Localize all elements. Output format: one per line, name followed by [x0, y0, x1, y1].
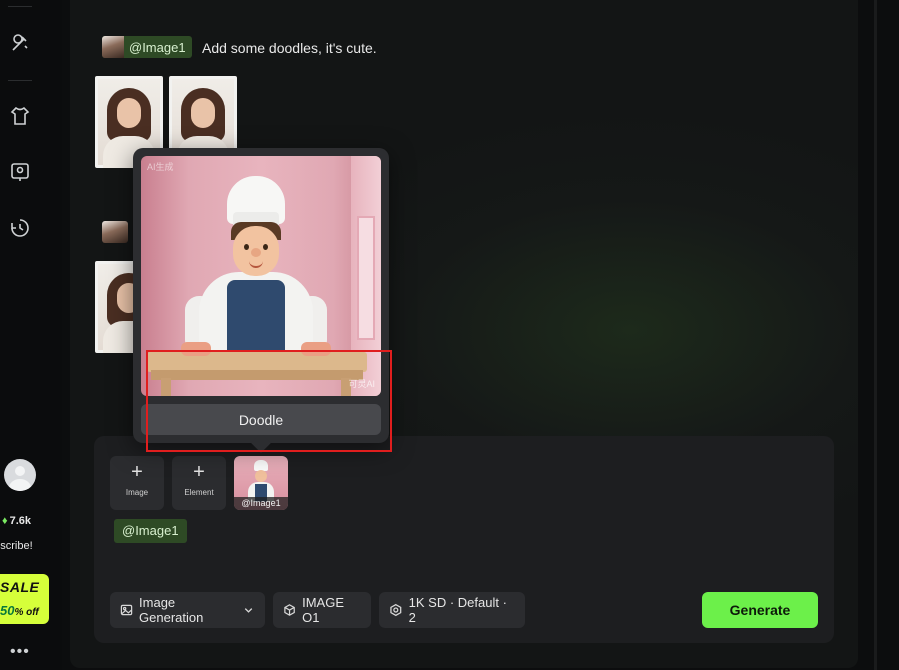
- prompt-mention-thumbnail[interactable]: [102, 221, 128, 243]
- sale-badge[interactable]: SALE 50% off: [0, 574, 49, 624]
- sidebar-divider: [8, 6, 32, 7]
- settings-icon: [390, 603, 402, 617]
- credits-icon: ♦: [2, 515, 8, 527]
- plus-icon: +: [131, 461, 143, 483]
- reference-image-label: @Image1: [234, 497, 288, 510]
- reference-image-thumbnail[interactable]: @Image1: [234, 456, 288, 510]
- sidebar-divider: [8, 80, 32, 81]
- generation-mode-select[interactable]: Image Generation: [110, 592, 265, 628]
- add-image-button[interactable]: + Image: [110, 456, 164, 510]
- idea-board-icon[interactable]: [9, 161, 31, 183]
- model-label: IMAGE O1: [302, 595, 345, 625]
- credits-balance[interactable]: ♦ 7.6k: [2, 515, 31, 527]
- plus-icon: +: [193, 461, 205, 483]
- watermark-top: AI生成: [147, 162, 174, 172]
- model-select[interactable]: IMAGE O1: [273, 592, 371, 628]
- image-icon: [120, 604, 133, 616]
- prompt-text: Add some doodles, it's cute.: [202, 40, 377, 56]
- sale-percent: 50: [0, 603, 15, 618]
- prompt-mention-chip[interactable]: @Image1: [102, 36, 192, 63]
- settings-select[interactable]: 1K SD · Default · 2: [379, 592, 525, 628]
- right-divider: [874, 0, 877, 670]
- prompt-mention-chip[interactable]: @Image1: [114, 519, 187, 543]
- avatar[interactable]: [4, 459, 36, 491]
- add-image-label: Image: [125, 488, 149, 497]
- mention-label: @Image1: [129, 39, 186, 55]
- shirt-icon[interactable]: [9, 105, 31, 127]
- model-cube-icon: [284, 604, 295, 616]
- sale-off: % off: [14, 607, 39, 618]
- avatar-body: [9, 479, 31, 491]
- more-icon[interactable]: •••: [10, 643, 30, 661]
- sale-discount: 50% off: [0, 603, 39, 618]
- history-icon[interactable]: [9, 217, 31, 239]
- generate-button[interactable]: Generate: [702, 592, 818, 628]
- magic-wand-icon[interactable]: [9, 32, 31, 54]
- sale-label: SALE: [0, 579, 40, 595]
- generation-mode-label: Image Generation: [139, 595, 204, 625]
- settings-label: 1K SD · Default · 2: [408, 595, 507, 625]
- add-element-button[interactable]: + Element: [172, 456, 226, 510]
- avatar-head: [15, 466, 25, 476]
- subscribe-link[interactable]: ubscribe!: [0, 540, 33, 552]
- highlight-box: [146, 350, 392, 452]
- chevron-down-icon: [244, 608, 253, 613]
- left-sidebar: ♦7.6k ubscribe! SALE 50% off •••: [0, 0, 62, 670]
- credits-value: 7.6k: [9, 515, 32, 527]
- mention-thumbnail: [102, 36, 124, 58]
- add-element-label: Element: [184, 488, 214, 497]
